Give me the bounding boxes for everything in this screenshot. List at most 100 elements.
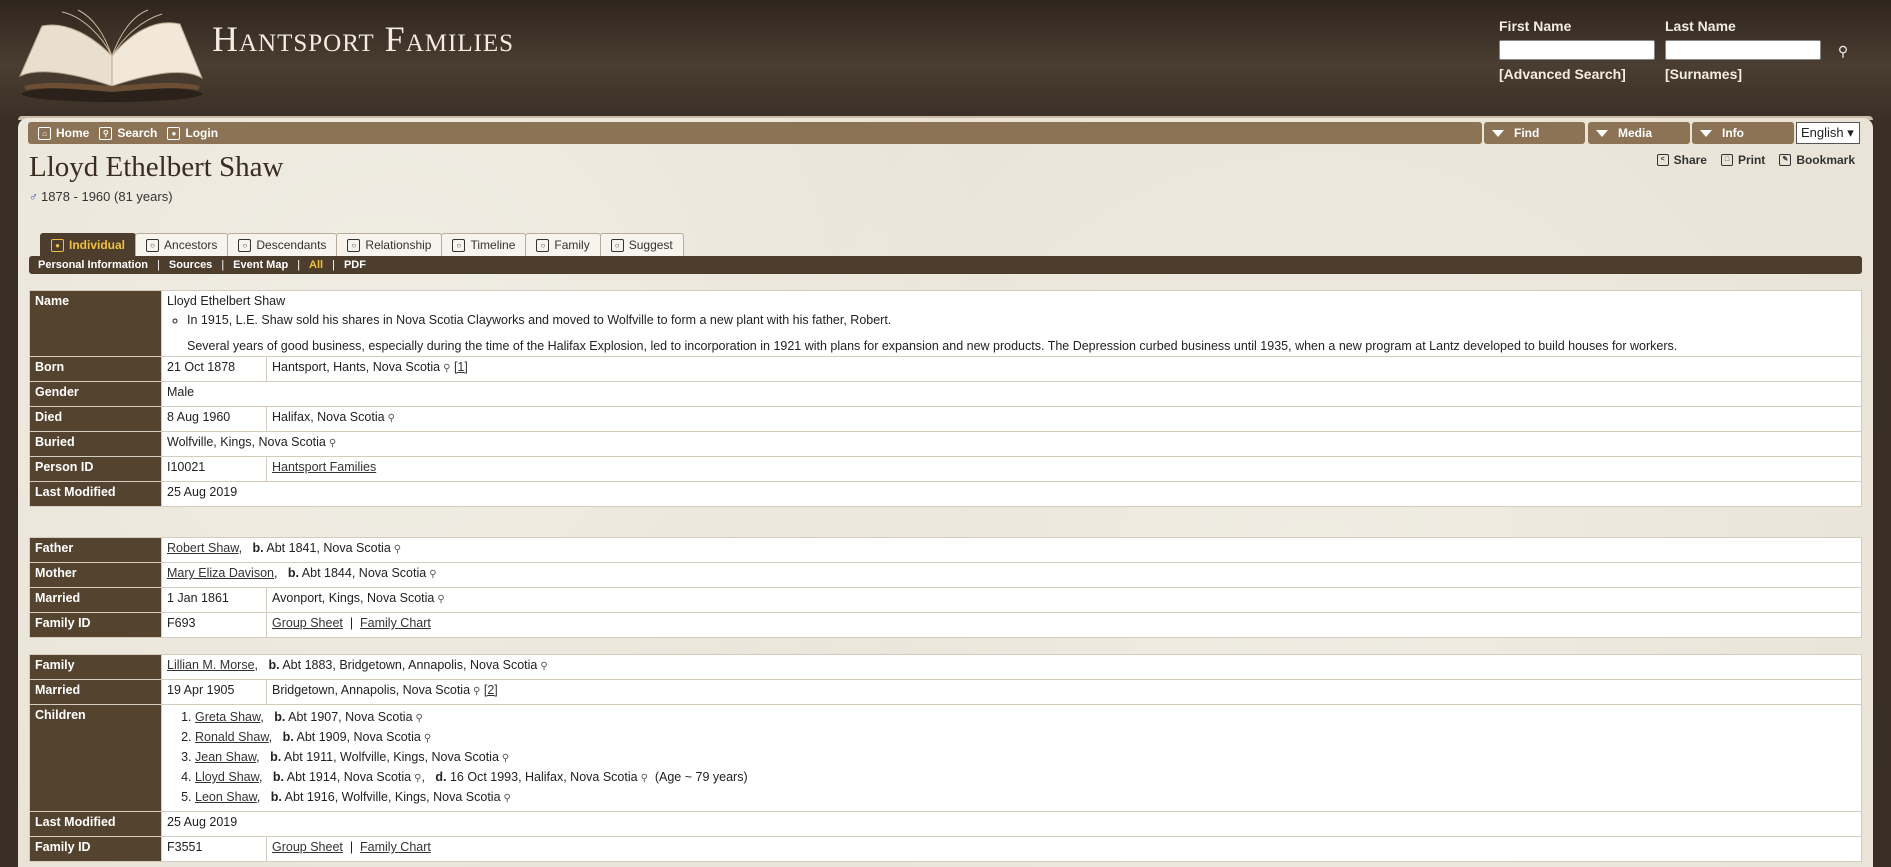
child-link[interactable]: Jean Shaw [195, 750, 256, 764]
subnav-personal-info[interactable]: Personal Information [29, 259, 157, 271]
chevron-down-icon [1700, 129, 1712, 137]
family-links-cell: Group Sheet | Family Chart [266, 836, 1862, 862]
mother-label: Mother [29, 562, 162, 588]
share-button[interactable]: < Share [1656, 153, 1707, 167]
suggest-icon: ○ [610, 238, 624, 252]
map-search-icon[interactable]: ⚲ [504, 793, 511, 804]
subnav-pdf[interactable]: PDF [335, 259, 375, 271]
chevron-down-icon [1596, 129, 1608, 137]
menu-home[interactable]: ⌂ Home [38, 126, 89, 140]
info-menu[interactable]: Info [1692, 122, 1794, 144]
map-search-icon[interactable]: ⚲ [437, 594, 444, 605]
find-menu[interactable]: Find [1484, 122, 1585, 144]
map-search-icon[interactable]: ⚲ [329, 438, 336, 449]
source-link[interactable]: [2] [484, 683, 498, 697]
map-search-icon[interactable]: ⚲ [502, 753, 509, 764]
person-icon: ● [51, 238, 64, 252]
married-label: Married [29, 679, 162, 705]
map-search-icon[interactable]: ⚲ [416, 713, 423, 724]
child-link[interactable]: Ronald Shaw [195, 730, 269, 744]
tab-family[interactable]: ○ Family [525, 233, 601, 256]
bookmark-button[interactable]: ✎ Bookmark [1779, 153, 1855, 167]
born-abbr: b. [287, 566, 299, 580]
name-value: Lloyd Ethelbert Shaw [167, 294, 286, 308]
children-list: Greta Shaw, b. Abt 1907, Nova Scotia⚲ Ro… [167, 708, 1856, 808]
died-date: 8 Aug 1960 [161, 406, 267, 432]
table-row: Last Modified 25 Aug 2019 [29, 481, 1862, 507]
table-row: Family Lillian M. Morse, b. Abt 1883, Br… [29, 654, 1862, 680]
last-modified-label: Last Modified [29, 811, 162, 837]
gender-value: Male [161, 381, 1862, 407]
book-logo-icon[interactable] [12, 6, 204, 104]
tab-relationship[interactable]: ○ Relationship [336, 233, 443, 256]
married-label: Married [29, 587, 162, 613]
map-search-icon[interactable]: ⚲ [394, 544, 401, 555]
family-chart-link[interactable]: Family Chart [360, 616, 431, 630]
child-link[interactable]: Lloyd Shaw [195, 770, 259, 784]
last-name-input[interactable] [1665, 40, 1821, 60]
family-links-cell: Group Sheet | Family Chart [266, 612, 1862, 638]
media-menu[interactable]: Media [1588, 122, 1690, 144]
tab-timeline[interactable]: ○ Timeline [441, 233, 527, 256]
menu-login[interactable]: ● Login [167, 126, 218, 140]
spouse-link[interactable]: Lillian M. Morse [167, 658, 255, 672]
list-item: Leon Shaw, b. Abt 1916, Wolfville, Kings… [195, 788, 1856, 808]
first-name-input[interactable] [1499, 40, 1655, 60]
find-label: Find [1514, 126, 1540, 140]
menu-search[interactable]: ⚲ Search [99, 126, 157, 140]
page-actions: < Share □ Print ✎ Bookmark [1656, 153, 1855, 167]
map-search-icon[interactable]: ⚲ [473, 686, 480, 697]
subnav-all[interactable]: All [300, 259, 332, 271]
map-search-icon[interactable]: ⚲ [540, 661, 547, 672]
subnav-event-map[interactable]: Event Map [224, 259, 297, 271]
child-link[interactable]: Greta Shaw [195, 710, 260, 724]
subnav-sources[interactable]: Sources [160, 259, 221, 271]
search-submit-icon[interactable]: ⚲ [1834, 42, 1852, 60]
map-search-icon[interactable]: ⚲ [388, 413, 395, 424]
map-search-icon[interactable]: ⚲ [429, 569, 436, 580]
lifespan: ♂ 1878 - 1960 (81 years) [29, 189, 173, 204]
print-icon: □ [1720, 154, 1733, 166]
mother-link[interactable]: Mary Eliza Davison [167, 566, 274, 580]
language-select[interactable]: English ▾ [1796, 122, 1860, 144]
map-search-icon[interactable]: ⚲ [414, 773, 421, 784]
map-search-icon[interactable]: ⚲ [443, 363, 450, 374]
mother-cell: Mary Eliza Davison, b. Abt 1844, Nova Sc… [161, 562, 1862, 588]
child-info: Abt 1916, Wolfville, Kings, Nova Scotia [284, 790, 501, 804]
tab-label: Relationship [365, 238, 432, 252]
surnames-link[interactable]: [Surnames] [1665, 66, 1742, 82]
born-place: Hantsport, Hants, Nova Scotia [272, 360, 441, 374]
table-row: Gender Male [29, 381, 1862, 407]
group-sheet-link[interactable]: Group Sheet [272, 840, 343, 854]
print-button[interactable]: □ Print [1720, 153, 1765, 167]
family-id-label: Family ID [29, 612, 162, 638]
site-title[interactable]: Hantsport Families [212, 18, 514, 60]
advanced-search-link[interactable]: [Advanced Search] [1499, 66, 1626, 82]
tab-suggest[interactable]: ○ Suggest [599, 233, 684, 256]
name-label: Name [29, 290, 162, 357]
tab-ancestors[interactable]: ○ Ancestors [135, 233, 229, 256]
family-icon: ○ [536, 238, 550, 252]
married-date: 19 Apr 1905 [161, 679, 267, 705]
lifespan-text: 1878 - 1960 (81 years) [41, 189, 173, 204]
family-table: Family Lillian M. Morse, b. Abt 1883, Br… [29, 654, 1862, 862]
child-link[interactable]: Leon Shaw [195, 790, 257, 804]
born-label: Born [29, 356, 162, 382]
born-place-cell: Hantsport, Hants, Nova Scotia ⚲ [1] [266, 356, 1862, 382]
group-sheet-link[interactable]: Group Sheet [272, 616, 343, 630]
tab-descendants[interactable]: ○ Descendants [227, 233, 338, 256]
login-icon: ● [167, 126, 181, 140]
search-icon: ⚲ [99, 126, 113, 140]
source-link[interactable]: [1] [454, 360, 468, 374]
died-label: Died [29, 406, 162, 432]
child-info: Abt 1911, Wolfville, Kings, Nova Scotia [283, 750, 499, 764]
map-search-icon[interactable]: ⚲ [641, 773, 648, 784]
map-search-icon[interactable]: ⚲ [424, 733, 431, 744]
tab-individual[interactable]: ● Individual [40, 233, 137, 256]
family-chart-link[interactable]: Family Chart [360, 840, 431, 854]
father-link[interactable]: Robert Shaw [167, 541, 239, 555]
tree-link[interactable]: Hantsport Families [272, 460, 376, 474]
buried-place: Wolfville, Kings, Nova Scotia [167, 435, 326, 449]
tab-label: Individual [69, 238, 126, 252]
buried-cell: Wolfville, Kings, Nova Scotia ⚲ [161, 431, 1862, 457]
